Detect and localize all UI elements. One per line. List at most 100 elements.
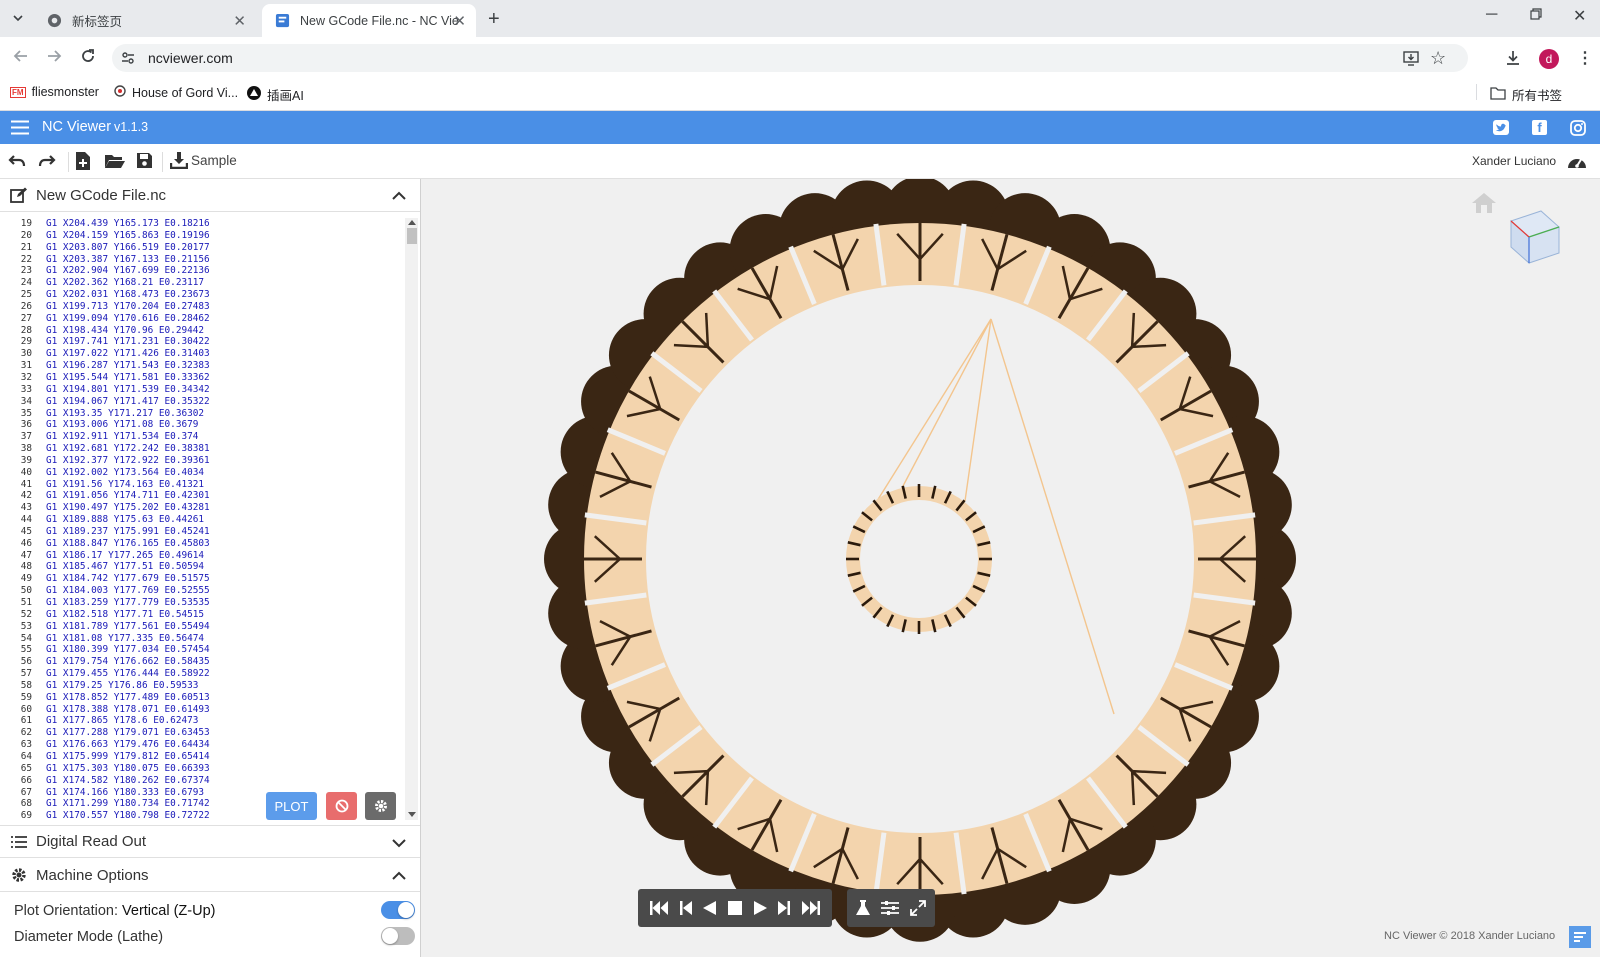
skip-to-end-icon[interactable]: [802, 901, 821, 915]
save-icon[interactable]: [136, 152, 153, 174]
forward-button[interactable]: [45, 47, 63, 70]
close-window-button[interactable]: ✕: [1573, 6, 1586, 26]
code-line[interactable]: 45 G1 X189.237 Y175.991 E0.45241: [0, 526, 405, 538]
code-line[interactable]: 62 G1 X177.288 Y179.071 E0.63453: [0, 727, 405, 739]
code-line[interactable]: 65 G1 X175.303 Y180.075 E0.66393: [0, 763, 405, 775]
stop-icon[interactable]: [727, 901, 742, 915]
code-line[interactable]: 37 G1 X192.911 Y171.534 E0.374: [0, 431, 405, 443]
code-line[interactable]: 40 G1 X192.002 Y173.564 E0.4034: [0, 467, 405, 479]
step-forward-icon[interactable]: [778, 901, 791, 915]
flask-icon[interactable]: [856, 900, 871, 916]
step-back-icon[interactable]: [679, 901, 692, 915]
profile-avatar[interactable]: d: [1539, 49, 1559, 69]
instagram-icon[interactable]: [1570, 120, 1586, 141]
code-line[interactable]: 38 G1 X192.681 Y172.242 E0.38381: [0, 443, 405, 455]
play-icon[interactable]: [753, 901, 767, 915]
code-line[interactable]: 30 G1 X197.022 Y171.426 E0.31403: [0, 348, 405, 360]
close-icon[interactable]: ✕: [233, 12, 246, 30]
code-line[interactable]: 61 G1 X177.865 Y178.6 E0.62473: [0, 715, 405, 727]
code-line[interactable]: 52 G1 X182.518 Y177.71 E0.54515: [0, 609, 405, 621]
new-tab-button[interactable]: +: [488, 8, 500, 31]
home-view-icon[interactable]: [1471, 192, 1497, 219]
machine-options-header[interactable]: Machine Options: [0, 859, 420, 892]
code-line[interactable]: 48 G1 X185.467 Y177.51 E0.50594: [0, 561, 405, 573]
code-line[interactable]: 55 G1 X180.399 Y177.034 E0.57454: [0, 644, 405, 656]
code-line[interactable]: 31 G1 X196.287 Y171.543 E0.32383: [0, 360, 405, 372]
fullscreen-icon[interactable]: [909, 900, 926, 916]
stop-button[interactable]: [326, 792, 357, 820]
code-line[interactable]: 24 G1 X202.362 Y168.21 E0.23117: [0, 277, 405, 289]
tab-new-tab[interactable]: 新标签页 ✕: [34, 4, 256, 37]
code-line[interactable]: 29 G1 X197.741 Y171.231 E0.30422: [0, 336, 405, 348]
file-panel-header[interactable]: New GCode File.nc: [0, 179, 420, 212]
browser-menu-button[interactable]: ⋮: [1577, 48, 1593, 68]
code-line[interactable]: 66 G1 X174.582 Y180.262 E0.67374: [0, 775, 405, 787]
sliders-icon[interactable]: [880, 900, 899, 916]
code-line[interactable]: 44 G1 X189.888 Y175.63 E0.44261: [0, 514, 405, 526]
hamburger-menu-icon[interactable]: [11, 120, 29, 140]
sample-button[interactable]: Sample: [170, 151, 237, 169]
back-button[interactable]: [12, 47, 30, 70]
tab-ncviewer[interactable]: New GCode File.nc - NC Viewer ✕: [262, 4, 476, 37]
tab-search-button[interactable]: [8, 8, 28, 28]
code-line[interactable]: 39 G1 X192.377 Y172.922 E0.39361: [0, 455, 405, 467]
code-line[interactable]: 57 G1 X179.455 Y176.444 E0.58922: [0, 668, 405, 680]
star-icon[interactable]: ☆: [1430, 48, 1446, 69]
settings-button[interactable]: [365, 792, 396, 820]
code-line[interactable]: 19 G1 X204.439 Y165.173 E0.18216: [0, 218, 405, 230]
code-line[interactable]: 23 G1 X202.904 Y167.699 E0.22136: [0, 265, 405, 277]
code-line[interactable]: 36 G1 X193.006 Y171.08 E0.3679: [0, 419, 405, 431]
code-line[interactable]: 33 G1 X194.801 Y171.539 E0.34342: [0, 384, 405, 396]
code-line[interactable]: 42 G1 X191.056 Y174.711 E0.42301: [0, 490, 405, 502]
code-line[interactable]: 28 G1 X198.434 Y170.96 E0.29442: [0, 325, 405, 337]
code-line[interactable]: 32 G1 X195.544 Y171.581 E0.33362: [0, 372, 405, 384]
chevron-up-icon[interactable]: [392, 868, 406, 885]
code-line[interactable]: 51 G1 X183.259 Y177.779 E0.53535: [0, 597, 405, 609]
minimize-button[interactable]: ─: [1486, 6, 1497, 24]
code-line[interactable]: 54 G1 X181.08 Y177.335 E0.56474: [0, 633, 405, 645]
install-app-icon[interactable]: [1402, 49, 1420, 72]
bookmark-chahua-ai[interactable]: 插画AI: [247, 85, 304, 104]
skip-to-start-icon[interactable]: [649, 901, 668, 915]
diameter-mode-toggle[interactable]: [381, 927, 415, 945]
code-line[interactable]: 64 G1 X175.999 Y179.812 E0.65414: [0, 751, 405, 763]
code-line[interactable]: 49 G1 X184.742 Y177.679 E0.51575: [0, 573, 405, 585]
gcode-3d-viewer[interactable]: NC Viewer © 2018 Xander Luciano: [421, 179, 1600, 957]
scroll-thumb[interactable]: [407, 228, 417, 244]
restore-button[interactable]: [1530, 7, 1542, 25]
code-line[interactable]: 26 G1 X199.713 Y170.204 E0.27483: [0, 301, 405, 313]
editor-scrollbar[interactable]: [405, 218, 418, 820]
open-folder-icon[interactable]: [104, 153, 126, 174]
bookmark-fliesmonster[interactable]: FM fliesmonster: [10, 85, 99, 99]
bookmark-house-of-gord[interactable]: House of Gord Vi...: [114, 85, 238, 100]
all-bookmarks-button[interactable]: 所有书签: [1490, 85, 1562, 104]
scroll-up-arrow-icon[interactable]: [408, 220, 416, 225]
view-cube[interactable]: [1501, 203, 1567, 274]
code-line[interactable]: 58 G1 X179.25 Y176.86 E0.59533: [0, 680, 405, 692]
new-file-icon[interactable]: [75, 151, 91, 176]
code-line[interactable]: 41 G1 X191.56 Y174.163 E0.41321: [0, 479, 405, 491]
address-bar[interactable]: ncviewer.com ☆: [112, 44, 1468, 72]
downloads-button[interactable]: [1504, 49, 1522, 72]
code-line[interactable]: 56 G1 X179.754 Y176.662 E0.58435: [0, 656, 405, 668]
code-line[interactable]: 59 G1 X178.852 Y177.489 E0.60513: [0, 692, 405, 704]
code-line[interactable]: 50 G1 X184.003 Y177.769 E0.52555: [0, 585, 405, 597]
gcode-editor[interactable]: 19 G1 X204.439 Y165.173 E0.18216 20 G1 X204…: [0, 218, 405, 820]
chevron-down-icon[interactable]: [392, 835, 406, 852]
reload-button[interactable]: [79, 47, 97, 70]
chevron-up-icon[interactable]: [392, 188, 406, 205]
code-line[interactable]: 63 G1 X176.663 Y179.476 E0.64434: [0, 739, 405, 751]
plot-orientation-toggle[interactable]: [381, 901, 415, 919]
code-line[interactable]: 34 G1 X194.067 Y171.417 E0.35322: [0, 396, 405, 408]
code-line[interactable]: 27 G1 X199.094 Y170.616 E0.28462: [0, 313, 405, 325]
plot-button[interactable]: PLOT: [266, 792, 317, 820]
facebook-icon[interactable]: f: [1532, 120, 1547, 135]
code-line[interactable]: 35 G1 X193.35 Y171.217 E0.36302: [0, 408, 405, 420]
close-icon[interactable]: ✕: [453, 12, 466, 30]
code-line[interactable]: 53 G1 X181.789 Y177.561 E0.55494: [0, 621, 405, 633]
twitter-icon[interactable]: [1493, 120, 1509, 135]
dro-panel-header[interactable]: Digital Read Out: [0, 825, 420, 858]
redo-icon[interactable]: [38, 153, 56, 174]
code-line[interactable]: 46 G1 X188.847 Y176.165 E0.45803: [0, 538, 405, 550]
code-line[interactable]: 20 G1 X204.159 Y165.863 E0.19196: [0, 230, 405, 242]
